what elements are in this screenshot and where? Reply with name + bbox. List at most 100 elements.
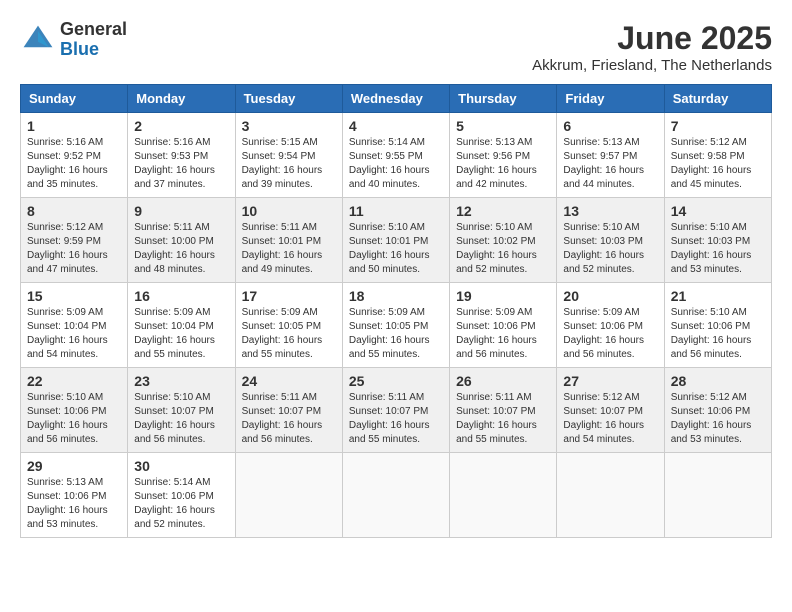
day-content: Sunrise: 5:09 AMSunset: 10:06 PMDaylight…: [563, 306, 657, 362]
day-content: Sunrise: 5:16 AMSunset: 9:52 PMDaylight:…: [27, 136, 121, 192]
week-row-4: 22 Sunrise: 5:10 AMSunset: 10:06 PMDayli…: [21, 368, 772, 453]
day-number: 28: [671, 373, 765, 389]
day-content: Sunrise: 5:10 AMSunset: 10:01 PMDaylight…: [349, 221, 443, 277]
calendar-cell: 24 Sunrise: 5:11 AMSunset: 10:07 PMDayli…: [235, 368, 342, 453]
title-area: June 2025 Akkrum, Friesland, The Netherl…: [532, 20, 772, 74]
logo-text: General Blue: [60, 20, 127, 60]
calendar-cell: [235, 453, 342, 538]
weekday-header-wednesday: Wednesday: [342, 85, 449, 113]
day-content: Sunrise: 5:11 AMSunset: 10:07 PMDaylight…: [242, 391, 336, 447]
day-content: Sunrise: 5:10 AMSunset: 10:03 PMDaylight…: [671, 221, 765, 277]
day-content: Sunrise: 5:10 AMSunset: 10:06 PMDaylight…: [671, 306, 765, 362]
day-content: Sunrise: 5:10 AMSunset: 10:07 PMDaylight…: [134, 391, 228, 447]
calendar-cell: 26 Sunrise: 5:11 AMSunset: 10:07 PMDayli…: [450, 368, 557, 453]
calendar-cell: 13 Sunrise: 5:10 AMSunset: 10:03 PMDayli…: [557, 198, 664, 283]
day-content: Sunrise: 5:11 AMSunset: 10:07 PMDaylight…: [349, 391, 443, 447]
day-number: 10: [242, 203, 336, 219]
calendar-cell: 4 Sunrise: 5:14 AMSunset: 9:55 PMDayligh…: [342, 113, 449, 198]
logo-general-text: General: [60, 20, 127, 40]
day-number: 26: [456, 373, 550, 389]
calendar-cell: [342, 453, 449, 538]
day-content: Sunrise: 5:09 AMSunset: 10:05 PMDaylight…: [242, 306, 336, 362]
day-content: Sunrise: 5:12 AMSunset: 9:58 PMDaylight:…: [671, 136, 765, 192]
day-number: 27: [563, 373, 657, 389]
calendar-cell: [664, 453, 771, 538]
calendar-cell: 12 Sunrise: 5:10 AMSunset: 10:02 PMDayli…: [450, 198, 557, 283]
logo-blue-text: Blue: [60, 40, 127, 60]
calendar-cell: 8 Sunrise: 5:12 AMSunset: 9:59 PMDayligh…: [21, 198, 128, 283]
day-content: Sunrise: 5:13 AMSunset: 10:06 PMDaylight…: [27, 476, 121, 532]
day-number: 25: [349, 373, 443, 389]
weekday-header-monday: Monday: [128, 85, 235, 113]
calendar-cell: 6 Sunrise: 5:13 AMSunset: 9:57 PMDayligh…: [557, 113, 664, 198]
week-row-5: 29 Sunrise: 5:13 AMSunset: 10:06 PMDayli…: [21, 453, 772, 538]
week-row-1: 1 Sunrise: 5:16 AMSunset: 9:52 PMDayligh…: [21, 113, 772, 198]
month-title: June 2025: [532, 20, 772, 57]
day-number: 15: [27, 288, 121, 304]
calendar-cell: 10 Sunrise: 5:11 AMSunset: 10:01 PMDayli…: [235, 198, 342, 283]
day-number: 19: [456, 288, 550, 304]
calendar-cell: 11 Sunrise: 5:10 AMSunset: 10:01 PMDayli…: [342, 198, 449, 283]
calendar-cell: 21 Sunrise: 5:10 AMSunset: 10:06 PMDayli…: [664, 283, 771, 368]
day-number: 13: [563, 203, 657, 219]
day-content: Sunrise: 5:11 AMSunset: 10:07 PMDaylight…: [456, 391, 550, 447]
calendar-cell: 14 Sunrise: 5:10 AMSunset: 10:03 PMDayli…: [664, 198, 771, 283]
calendar-cell: 16 Sunrise: 5:09 AMSunset: 10:04 PMDayli…: [128, 283, 235, 368]
day-content: Sunrise: 5:10 AMSunset: 10:02 PMDaylight…: [456, 221, 550, 277]
day-number: 5: [456, 118, 550, 134]
day-number: 22: [27, 373, 121, 389]
calendar-cell: 20 Sunrise: 5:09 AMSunset: 10:06 PMDayli…: [557, 283, 664, 368]
calendar-cell: 30 Sunrise: 5:14 AMSunset: 10:06 PMDayli…: [128, 453, 235, 538]
day-number: 6: [563, 118, 657, 134]
calendar-cell: 22 Sunrise: 5:10 AMSunset: 10:06 PMDayli…: [21, 368, 128, 453]
calendar-cell: 9 Sunrise: 5:11 AMSunset: 10:00 PMDaylig…: [128, 198, 235, 283]
day-content: Sunrise: 5:09 AMSunset: 10:05 PMDaylight…: [349, 306, 443, 362]
calendar-cell: 19 Sunrise: 5:09 AMSunset: 10:06 PMDayli…: [450, 283, 557, 368]
weekday-header-friday: Friday: [557, 85, 664, 113]
day-content: Sunrise: 5:14 AMSunset: 10:06 PMDaylight…: [134, 476, 228, 532]
day-number: 14: [671, 203, 765, 219]
day-number: 12: [456, 203, 550, 219]
weekday-header-tuesday: Tuesday: [235, 85, 342, 113]
day-number: 23: [134, 373, 228, 389]
calendar-cell: 28 Sunrise: 5:12 AMSunset: 10:06 PMDayli…: [664, 368, 771, 453]
day-number: 9: [134, 203, 228, 219]
day-number: 7: [671, 118, 765, 134]
day-content: Sunrise: 5:12 AMSunset: 10:07 PMDaylight…: [563, 391, 657, 447]
day-content: Sunrise: 5:15 AMSunset: 9:54 PMDaylight:…: [242, 136, 336, 192]
calendar-cell: 23 Sunrise: 5:10 AMSunset: 10:07 PMDayli…: [128, 368, 235, 453]
day-number: 3: [242, 118, 336, 134]
week-row-2: 8 Sunrise: 5:12 AMSunset: 9:59 PMDayligh…: [21, 198, 772, 283]
logo-icon: [20, 22, 56, 58]
day-content: Sunrise: 5:16 AMSunset: 9:53 PMDaylight:…: [134, 136, 228, 192]
day-number: 2: [134, 118, 228, 134]
day-content: Sunrise: 5:11 AMSunset: 10:00 PMDaylight…: [134, 221, 228, 277]
calendar-cell: 5 Sunrise: 5:13 AMSunset: 9:56 PMDayligh…: [450, 113, 557, 198]
day-content: Sunrise: 5:13 AMSunset: 9:57 PMDaylight:…: [563, 136, 657, 192]
day-number: 21: [671, 288, 765, 304]
day-content: Sunrise: 5:09 AMSunset: 10:04 PMDaylight…: [134, 306, 228, 362]
calendar-cell: 1 Sunrise: 5:16 AMSunset: 9:52 PMDayligh…: [21, 113, 128, 198]
day-number: 29: [27, 458, 121, 474]
day-number: 18: [349, 288, 443, 304]
day-content: Sunrise: 5:09 AMSunset: 10:06 PMDaylight…: [456, 306, 550, 362]
day-content: Sunrise: 5:13 AMSunset: 9:56 PMDaylight:…: [456, 136, 550, 192]
day-number: 17: [242, 288, 336, 304]
weekday-header-thursday: Thursday: [450, 85, 557, 113]
day-number: 1: [27, 118, 121, 134]
day-number: 24: [242, 373, 336, 389]
calendar-cell: 25 Sunrise: 5:11 AMSunset: 10:07 PMDayli…: [342, 368, 449, 453]
calendar-cell: [450, 453, 557, 538]
logo: General Blue: [20, 20, 127, 60]
day-number: 8: [27, 203, 121, 219]
calendar-cell: 18 Sunrise: 5:09 AMSunset: 10:05 PMDayli…: [342, 283, 449, 368]
day-content: Sunrise: 5:12 AMSunset: 9:59 PMDaylight:…: [27, 221, 121, 277]
header: General Blue June 2025 Akkrum, Friesland…: [20, 20, 772, 74]
calendar-cell: 27 Sunrise: 5:12 AMSunset: 10:07 PMDayli…: [557, 368, 664, 453]
day-content: Sunrise: 5:10 AMSunset: 10:06 PMDaylight…: [27, 391, 121, 447]
calendar-cell: 3 Sunrise: 5:15 AMSunset: 9:54 PMDayligh…: [235, 113, 342, 198]
calendar-cell: [557, 453, 664, 538]
day-content: Sunrise: 5:10 AMSunset: 10:03 PMDaylight…: [563, 221, 657, 277]
calendar-cell: 2 Sunrise: 5:16 AMSunset: 9:53 PMDayligh…: [128, 113, 235, 198]
calendar-cell: 7 Sunrise: 5:12 AMSunset: 9:58 PMDayligh…: [664, 113, 771, 198]
